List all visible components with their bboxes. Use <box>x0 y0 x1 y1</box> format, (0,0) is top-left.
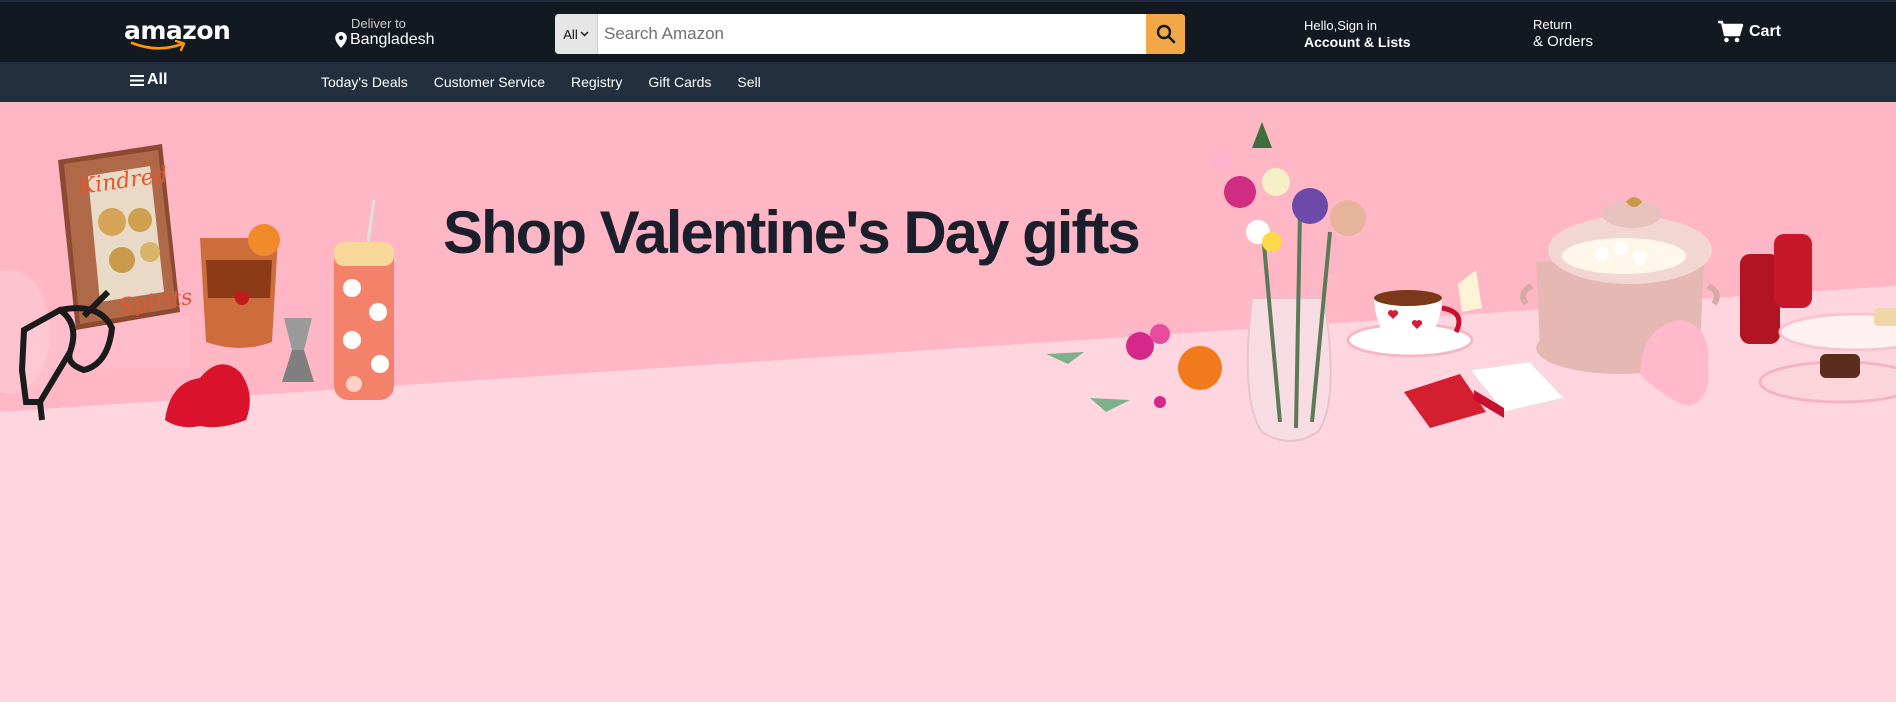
amazon-smile-icon <box>130 40 186 52</box>
all-menu-button[interactable]: All <box>130 71 167 89</box>
search-bar: All <box>555 14 1185 54</box>
cart-label: Cart <box>1749 23 1782 40</box>
hamburger-icon <box>130 74 144 86</box>
hero-title: Shop Valentine's Day gifts <box>443 199 1141 266</box>
search-category-select[interactable]: All <box>555 14 598 54</box>
returns-orders-link[interactable]: Return & Orders <box>1533 17 1593 50</box>
search-input[interactable] <box>598 14 1146 54</box>
account-lists-menu[interactable]: Hello,Sign in Account & Lists <box>1304 18 1411 50</box>
subnav-link-sell[interactable]: Sell <box>737 74 760 90</box>
all-menu-label: All <box>147 71 168 88</box>
account-lists-label: Account & Lists <box>1304 34 1411 50</box>
deliver-location: Bangladesh <box>334 31 435 49</box>
shopping-cart-icon <box>1718 20 1744 43</box>
amber-glass <box>200 224 280 348</box>
subnav-link-todays-deals[interactable]: Today's Deals <box>321 74 408 90</box>
account-greeting: Hello,Sign in <box>1304 18 1377 33</box>
search-category-value: All <box>563 26 578 42</box>
subnav-link-gift-cards[interactable]: Gift Cards <box>648 74 711 90</box>
deliver-location-text: Bangladesh <box>350 31 435 48</box>
magnifier-icon <box>1156 24 1175 44</box>
chevron-down-icon <box>580 31 589 37</box>
sub-navbar: All Today's Deals Customer Service Regis… <box>0 62 1896 102</box>
top-navbar: amazon Deliver to Bangladesh All Search … <box>0 0 1896 62</box>
deliver-to-label: Deliver to <box>351 16 406 31</box>
subnav-links: Today's Deals Customer Service Registry … <box>321 74 787 90</box>
cart-link[interactable]: Cart <box>1717 20 1781 44</box>
subnav-link-registry[interactable]: Registry <box>571 74 622 90</box>
search-button[interactable] <box>1146 14 1185 54</box>
returns-label: Return <box>1533 17 1573 32</box>
hero-banner[interactable]: Kindred Spirits Shop Valentine's Day gif… <box>0 102 1896 702</box>
amazon-logo[interactable]: amazon <box>124 16 231 52</box>
subnav-link-customer-service[interactable]: Customer Service <box>434 74 545 90</box>
map-pin-icon <box>335 32 347 48</box>
orders-label: & Orders <box>1533 33 1594 50</box>
hero-scene: Kindred Spirits <box>0 102 1896 702</box>
